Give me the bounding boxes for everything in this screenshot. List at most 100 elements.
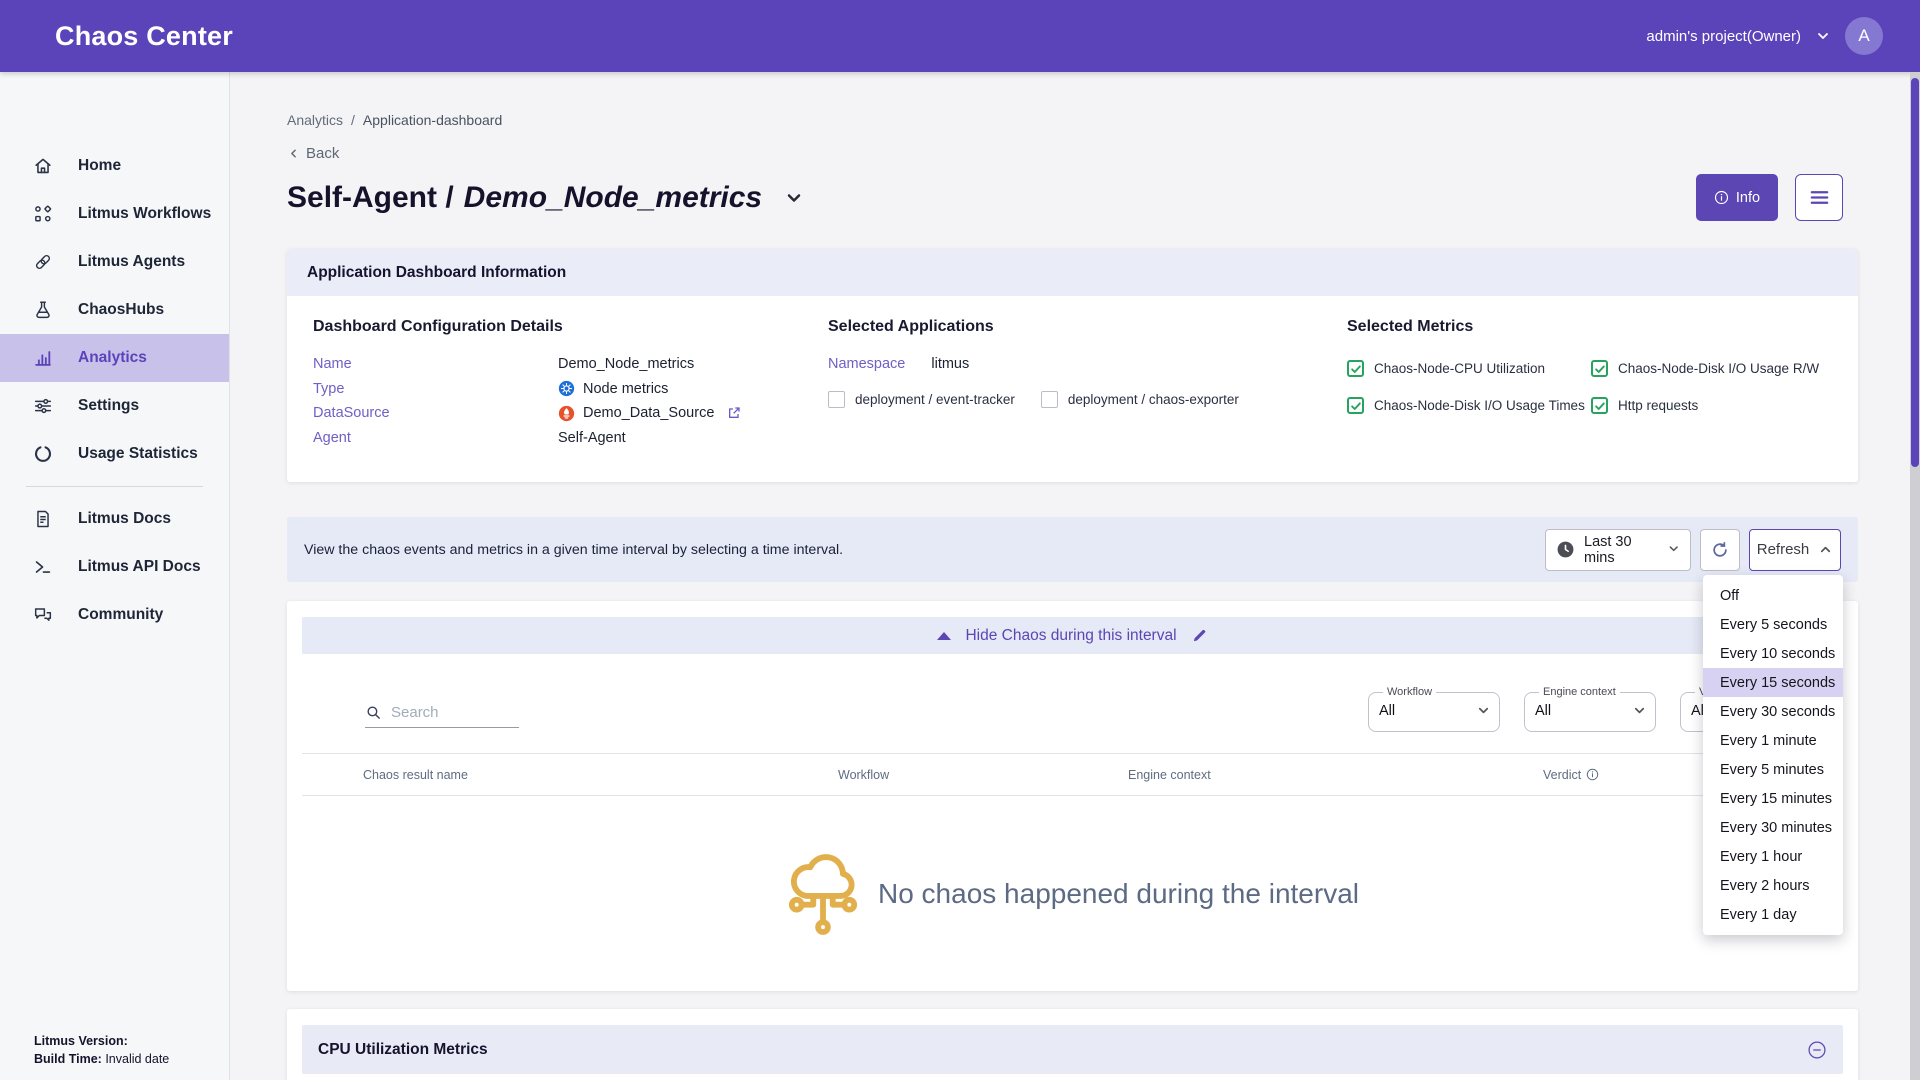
sidebar-item-label: Home xyxy=(78,157,121,175)
info-button-label: Info xyxy=(1736,190,1760,206)
hide-chaos-toggle[interactable]: Hide Chaos during this interval xyxy=(302,617,1843,654)
refresh-option[interactable]: Every 1 day xyxy=(1703,900,1843,929)
title-row: Self-Agent / Demo_Node_metrics Info xyxy=(287,174,1858,221)
workflow-filter-select[interactable]: Workflow All xyxy=(1368,686,1500,732)
metric-checkbox-disk-io-rw[interactable]: Chaos-Node-Disk I/O Usage R/W xyxy=(1591,360,1858,377)
sidebar-item-litmus-api-docs[interactable]: Litmus API Docs xyxy=(0,543,229,591)
api-docs-icon xyxy=(32,556,54,578)
refresh-option[interactable]: Every 2 hours xyxy=(1703,871,1843,900)
refresh-option[interactable]: Every 1 hour xyxy=(1703,842,1843,871)
sidebar-item-community[interactable]: Community xyxy=(0,591,229,639)
metric-checkbox-cpu-utilization[interactable]: Chaos-Node-CPU Utilization xyxy=(1347,360,1591,377)
triangle-up-icon xyxy=(937,632,951,640)
dashboard-switcher-chevron-icon[interactable] xyxy=(784,188,804,208)
checkbox-checked[interactable] xyxy=(1591,360,1608,377)
back-button[interactable]: Back xyxy=(287,145,367,162)
docs-icon xyxy=(32,508,54,530)
application-dashboard-information-card: Application Dashboard Information Dashbo… xyxy=(287,249,1858,482)
info-icon xyxy=(1714,190,1729,205)
app-brand: Chaos Center xyxy=(55,21,233,52)
chevron-left-icon xyxy=(287,147,300,160)
search-input[interactable] xyxy=(391,704,519,721)
main-content: Analytics / Application-dashboard Back S… xyxy=(230,72,1920,1080)
sidebar-item-chaoshubs[interactable]: ChaosHubs xyxy=(0,286,229,334)
project-switcher[interactable]: admin's project(Owner) A xyxy=(1646,17,1883,55)
sidebar-item-label: Settings xyxy=(78,397,139,415)
refresh-option[interactable]: Every 30 minutes xyxy=(1703,813,1843,842)
title-dashboard-name: Demo_Node_metrics xyxy=(464,181,762,215)
sidebar-item-home[interactable]: Home xyxy=(0,142,229,190)
search-icon xyxy=(365,704,382,721)
metric-checkbox-disk-io-times[interactable]: Chaos-Node-Disk I/O Usage Times xyxy=(1347,397,1591,414)
cpu-card-title: CPU Utilization Metrics xyxy=(318,1041,488,1059)
chevron-up-icon xyxy=(1818,542,1833,557)
sidebar-item-label: Analytics xyxy=(78,349,147,367)
usage-statistics-icon xyxy=(32,443,54,465)
config-label: DataSource xyxy=(313,405,558,421)
avatar[interactable]: A xyxy=(1845,17,1883,55)
metric-label: Chaos-Node-Disk I/O Usage R/W xyxy=(1618,361,1819,376)
refresh-option[interactable]: Every 5 seconds xyxy=(1703,610,1843,639)
metric-checkbox-http-requests[interactable]: Http requests xyxy=(1591,397,1858,414)
refresh-rate-button[interactable]: Refresh xyxy=(1749,529,1841,571)
sidebar-item-settings[interactable]: Settings xyxy=(0,382,229,430)
breadcrumb-application-dashboard[interactable]: Application-dashboard xyxy=(363,112,502,128)
search-field[interactable] xyxy=(365,704,519,728)
refresh-option[interactable]: Every 10 seconds xyxy=(1703,639,1843,668)
checkbox-unchecked[interactable] xyxy=(1041,391,1058,408)
settings-icon xyxy=(32,395,54,417)
refresh-now-button[interactable] xyxy=(1700,529,1740,571)
top-header: Chaos Center admin's project(Owner) A xyxy=(0,0,1920,72)
refresh-option[interactable]: Every 30 seconds xyxy=(1703,697,1843,726)
chevron-down-icon xyxy=(1815,28,1831,44)
sidebar-item-litmus-docs[interactable]: Litmus Docs xyxy=(0,495,229,543)
home-icon xyxy=(32,155,54,177)
info-button[interactable]: Info xyxy=(1696,174,1778,221)
engine-context-filter-select[interactable]: Engine context All xyxy=(1524,686,1656,732)
collapse-minus-icon[interactable] xyxy=(1807,1040,1827,1060)
refresh-option[interactable]: Every 1 minute xyxy=(1703,726,1843,755)
breadcrumb: Analytics / Application-dashboard xyxy=(287,112,1858,128)
metric-label: Http requests xyxy=(1618,398,1698,413)
time-range-select[interactable]: Last 30 mins xyxy=(1545,529,1691,571)
refresh-rate-menu: Off Every 5 seconds Every 10 seconds Eve… xyxy=(1703,575,1843,935)
checkbox-checked[interactable] xyxy=(1591,397,1608,414)
refresh-option[interactable]: Off xyxy=(1703,581,1843,610)
sidebar-item-litmus-workflows[interactable]: Litmus Workflows xyxy=(0,190,229,238)
sidebar-item-usage-statistics[interactable]: Usage Statistics xyxy=(0,430,229,478)
application-checkbox-chaos-exporter[interactable]: deployment / chaos-exporter xyxy=(1041,391,1239,408)
refresh-option[interactable]: Every 15 minutes xyxy=(1703,784,1843,813)
refresh-option-selected[interactable]: Every 15 seconds xyxy=(1703,668,1843,697)
select-label: Engine context xyxy=(1539,686,1620,698)
app-root: Chaos Center admin's project(Owner) A Ho… xyxy=(0,0,1920,1080)
analytics-icon xyxy=(32,347,54,369)
build-time-label: Build Time: xyxy=(34,1052,102,1066)
scrollbar[interactable] xyxy=(1910,72,1920,1080)
application-checkbox-event-tracker[interactable]: deployment / event-tracker xyxy=(828,391,1015,408)
refresh-icon xyxy=(1710,540,1730,560)
version-info: Litmus Version: Build Time: Invalid date xyxy=(34,1032,169,1068)
dashboard-options-button[interactable] xyxy=(1795,174,1843,221)
cloud-network-icon xyxy=(786,847,860,941)
sidebar: Home Litmus Workflows Litmus Agents Chao… xyxy=(0,72,230,1080)
edit-pencil-icon[interactable] xyxy=(1191,627,1208,644)
config-row-agent: Agent Self-Agent xyxy=(313,426,828,451)
checkbox-checked[interactable] xyxy=(1347,360,1364,377)
scrollbar-thumb[interactable] xyxy=(1911,78,1919,467)
config-value: Self-Agent xyxy=(558,430,626,446)
interval-description: View the chaos events and metrics in a g… xyxy=(304,540,864,560)
checkbox-unchecked[interactable] xyxy=(828,391,845,408)
litmus-version-label: Litmus Version: xyxy=(34,1034,128,1048)
sidebar-item-analytics[interactable]: Analytics xyxy=(0,334,229,382)
external-link-icon[interactable] xyxy=(726,405,742,421)
refresh-option[interactable]: Every 5 minutes xyxy=(1703,755,1843,784)
sidebar-item-label: Litmus Docs xyxy=(78,510,171,528)
application-label: deployment / event-tracker xyxy=(855,392,1015,407)
breadcrumb-analytics[interactable]: Analytics xyxy=(287,112,343,128)
checkbox-checked[interactable] xyxy=(1347,397,1364,414)
column-chaos-result-name: Chaos result name xyxy=(363,768,838,782)
config-label: Agent xyxy=(313,430,558,446)
sidebar-item-litmus-agents[interactable]: Litmus Agents xyxy=(0,238,229,286)
verdict-info-icon[interactable] xyxy=(1586,768,1599,781)
build-time-value: Invalid date xyxy=(105,1052,169,1066)
